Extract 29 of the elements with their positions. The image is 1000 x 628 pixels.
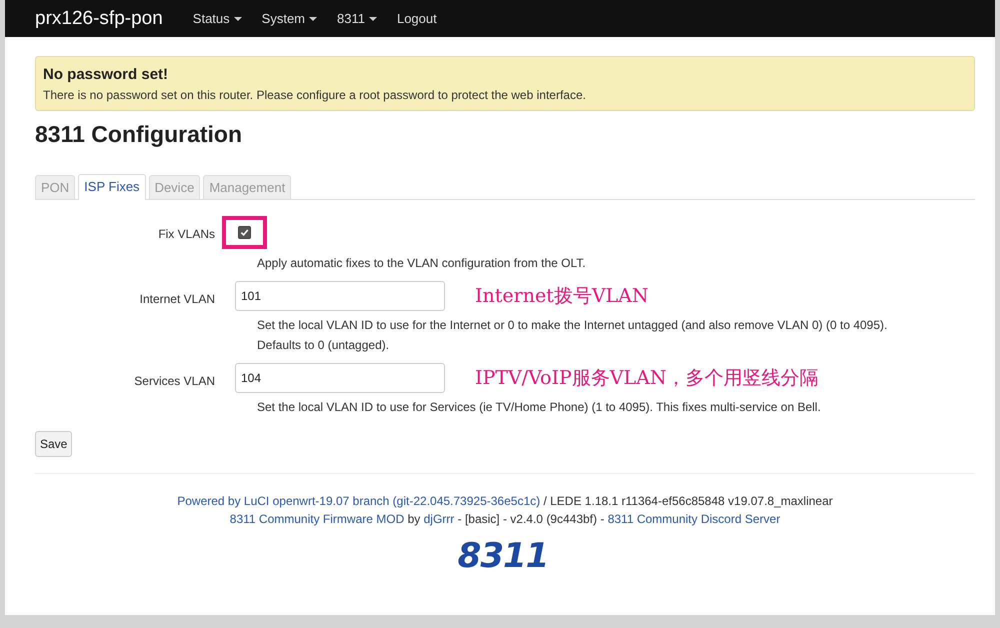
alert-title: No password set!	[43, 66, 170, 83]
field-label: Services VLAN	[133, 373, 215, 390]
footer-link[interactable]: djGrrr	[424, 512, 454, 526]
nav-menu-item[interactable]: Logout	[396, 11, 437, 26]
footer-link[interactable]: 8311 Community Firmware MOD	[230, 512, 404, 526]
save-button[interactable]: Save	[35, 431, 72, 457]
footer-text: 8311 Community Firmware MOD by djGrrr - [basic] - v2.4.0 (9c443bf) - 8311 Community Discord Server	[228, 511, 782, 528]
alert-message: There is no password set on this router. Please configure a root password to protect the web interface.	[43, 88, 587, 102]
page-heading: 8311 Configuration	[35, 121, 244, 148]
nav-menu-item[interactable]: System	[262, 11, 317, 26]
field-label: Internet VLAN	[138, 291, 215, 308]
annotation-text: IPTV/VoIP服务VLAN，多个用竖线分隔	[475, 366, 818, 391]
field-description: Defaults to 0 (untagged).	[257, 337, 390, 354]
field-description: Set the local VLAN ID to use for the Internet or 0 to make the Internet untagged (and also remove VLAN 0) (0 to 4095).	[257, 317, 888, 334]
nav-menu-item[interactable]: Status	[192, 11, 242, 26]
field-description: Apply automatic fixes to the VLAN configuration from the OLT.	[257, 255, 586, 272]
footer-text: Powered by LuCI openwrt-19.07 branch (git-22.045.73925-36e5c1c) / LEDE 1.18.1 r11364-ef56c85848 v19.07.8_maxlinear	[176, 493, 834, 510]
footer-link[interactable]: 8311 Community Discord Server	[608, 512, 780, 526]
input-field[interactable]: 101	[235, 281, 445, 311]
nav-menu-item[interactable]: 8311	[337, 11, 377, 26]
tab[interactable]: ISP Fixes	[78, 174, 146, 200]
annotation-text: Internet拨号VLAN	[475, 284, 649, 309]
field-label: Fix VLANs	[157, 226, 215, 243]
footer-link[interactable]: Powered by LuCI openwrt-19.07 branch (git-22.045.73925-36e5c1c)	[177, 494, 540, 508]
field-description: Set the local VLAN ID to use for Services (ie TV/Home Phone) (1 to 4095). This fixes multi-service on Bell.	[257, 399, 821, 416]
input-field[interactable]: 104	[235, 363, 445, 393]
checkbox[interactable]	[238, 226, 251, 239]
brand-link[interactable]: prx126-sfp-pon	[35, 8, 163, 30]
logo: 8311	[456, 535, 550, 578]
